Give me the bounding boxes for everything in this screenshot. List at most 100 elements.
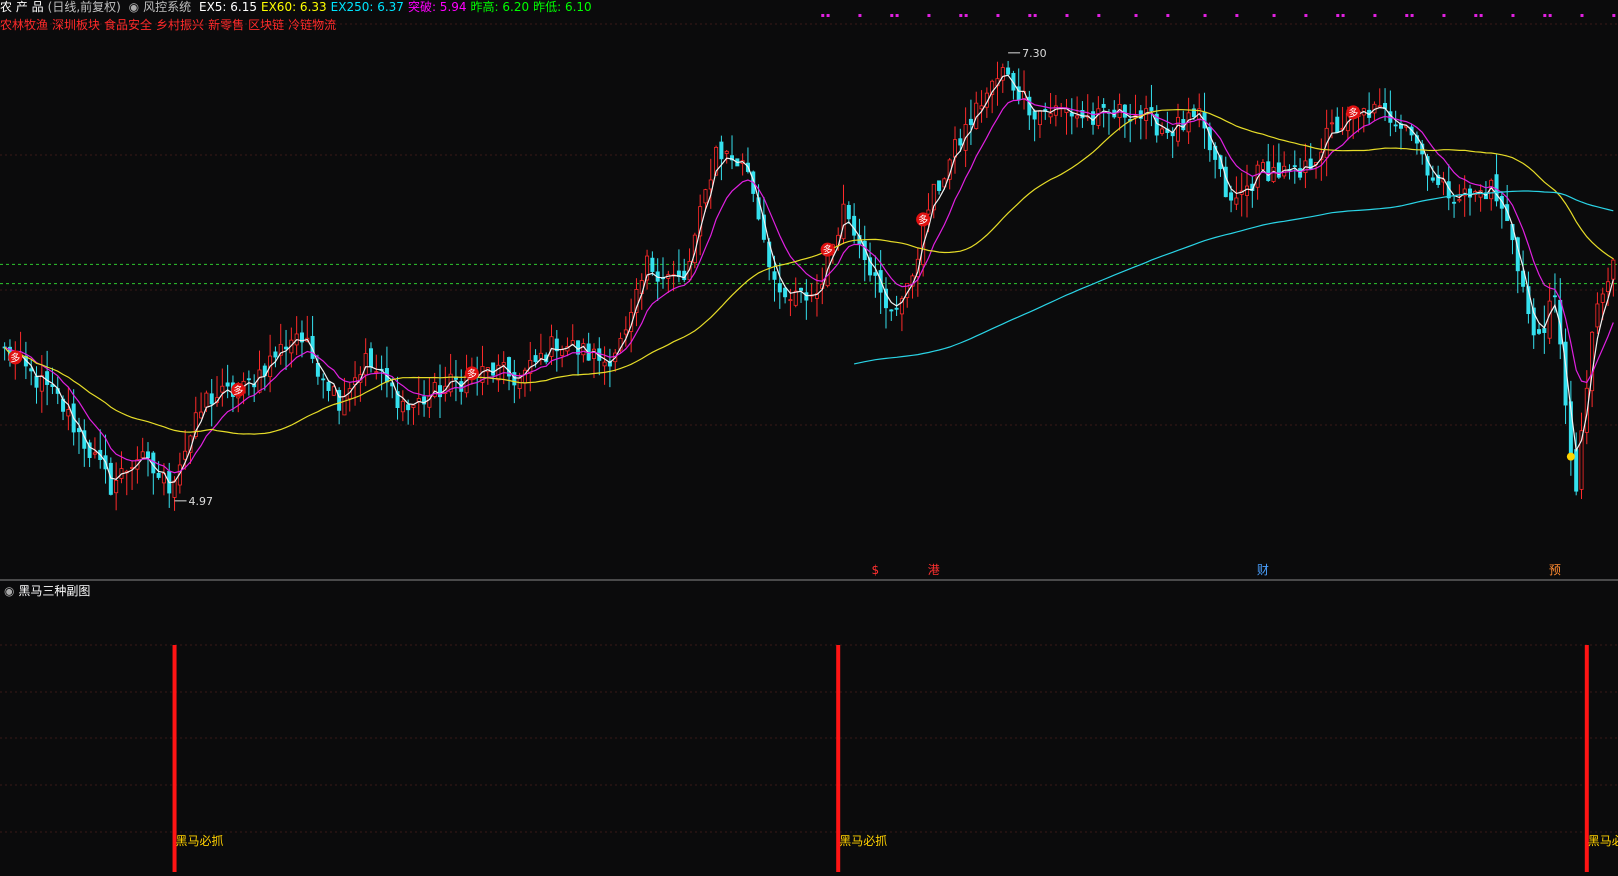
candle-body[interactable] [1467, 188, 1472, 198]
event-marker[interactable]: 财 [1257, 563, 1269, 577]
system-label[interactable]: 风控系统 [143, 0, 191, 14]
candle-body[interactable] [491, 362, 496, 376]
candle-body[interactable] [204, 392, 209, 408]
candle-body[interactable] [406, 404, 411, 411]
period-label[interactable]: (日线,前复权) [48, 0, 121, 14]
candle-body[interactable] [1457, 199, 1462, 202]
candle-body[interactable] [1101, 104, 1106, 108]
candle-body[interactable] [321, 378, 326, 381]
candle-body[interactable] [411, 404, 416, 408]
candle-body[interactable] [560, 348, 565, 356]
candle-body[interactable] [39, 375, 44, 392]
candle-body[interactable] [937, 180, 942, 191]
candle-body[interactable] [1292, 165, 1297, 168]
candle-body[interactable] [1006, 67, 1011, 75]
candle-body[interactable] [1234, 197, 1239, 205]
candle-body[interactable] [1430, 177, 1435, 181]
candle-body[interactable] [246, 378, 251, 381]
candle-body[interactable] [114, 479, 119, 494]
sector-tag-0[interactable]: 农林牧渔 [0, 18, 48, 32]
candle-body[interactable] [703, 189, 708, 204]
candle-body[interactable] [1037, 110, 1042, 126]
candle-body[interactable] [1271, 166, 1276, 182]
candle-body[interactable] [846, 204, 851, 220]
candle-body[interactable] [581, 343, 586, 356]
candle-body[interactable] [1537, 329, 1542, 334]
candle-body[interactable] [1329, 122, 1334, 125]
candle-body[interactable] [225, 382, 230, 387]
candle-body[interactable] [1096, 108, 1101, 126]
candle-body[interactable] [1552, 295, 1557, 298]
candle-body[interactable] [799, 287, 804, 291]
sub-collapse-icon[interactable]: ◉ [4, 584, 14, 598]
collapse-icon[interactable]: ◉ [129, 0, 139, 14]
candle-body[interactable] [156, 472, 161, 478]
sector-tag-3[interactable]: 乡村振兴 [156, 18, 204, 32]
buy-signal-badge[interactable]: 多 [464, 366, 479, 381]
candle-body[interactable] [533, 355, 538, 362]
candle-body[interactable] [968, 118, 973, 126]
candle-body[interactable] [1452, 201, 1457, 204]
candle-body[interactable] [788, 299, 793, 302]
candle-body[interactable] [650, 257, 655, 272]
candle-body[interactable] [92, 452, 97, 455]
candle-body[interactable] [284, 346, 289, 350]
candle-body[interactable] [1393, 124, 1398, 127]
candle-body[interactable] [889, 309, 894, 312]
candle-body[interactable] [623, 329, 628, 335]
candle-body[interactable] [140, 451, 145, 459]
candle-body[interactable] [220, 385, 225, 393]
candle-body[interactable] [273, 351, 278, 358]
candle-body[interactable] [1069, 112, 1074, 117]
candle-body[interactable] [1160, 128, 1165, 134]
candle-body[interactable] [45, 371, 50, 385]
candle-body[interactable] [1075, 115, 1080, 119]
candle-body[interactable] [538, 352, 543, 359]
sector-tag-1[interactable]: 深圳板块 [52, 18, 100, 32]
sector-tag-2[interactable]: 食品安全 [104, 18, 152, 32]
stock-name[interactable]: 农 产 品 [0, 0, 44, 14]
candle-body[interactable] [368, 348, 373, 368]
candle-body[interactable] [591, 348, 596, 359]
candle-body[interactable] [34, 375, 39, 388]
candle-body[interactable] [873, 272, 878, 276]
candle-body[interactable] [804, 292, 809, 301]
candle-body[interactable] [172, 480, 177, 498]
candle-body[interactable] [257, 369, 262, 393]
event-marker[interactable]: 港 [928, 563, 940, 577]
candle-body[interactable] [1494, 174, 1499, 202]
candle-body[interactable] [852, 215, 857, 236]
candle-body[interactable] [517, 377, 522, 389]
candle-body[interactable] [841, 203, 846, 240]
candle-body[interactable] [953, 139, 958, 158]
event-marker[interactable]: $ [872, 563, 880, 577]
candle-body[interactable] [363, 353, 368, 376]
candle-body[interactable] [1229, 192, 1234, 201]
buy-signal-badge[interactable]: 多 [231, 382, 246, 397]
sector-tag-4[interactable]: 新零售 [208, 18, 244, 32]
candle-body[interactable] [1542, 328, 1547, 333]
buy-signal-badge[interactable]: 多 [8, 350, 23, 365]
candle-body[interactable] [1175, 116, 1180, 142]
candle-body[interactable] [1122, 104, 1127, 118]
candle-body[interactable] [326, 381, 331, 391]
buy-signal-badge[interactable]: 多 [916, 212, 931, 227]
event-marker[interactable]: 预 [1549, 563, 1561, 577]
sector-tag-6[interactable]: 冷链物流 [288, 18, 336, 32]
candle-body[interactable] [146, 451, 151, 459]
candle-body[interactable] [1606, 281, 1611, 292]
candle-body[interactable] [374, 371, 379, 374]
candle-body[interactable] [1611, 259, 1616, 280]
candle-body[interactable] [926, 209, 931, 215]
buy-signal-badge[interactable]: 多 [820, 242, 835, 257]
candle-body[interactable] [1091, 111, 1096, 125]
candle-body[interactable] [793, 290, 798, 306]
candle-body[interactable] [209, 393, 214, 405]
candle-body[interactable] [400, 400, 405, 413]
candle-body[interactable] [1574, 449, 1579, 492]
candle-body[interactable] [438, 385, 443, 398]
candle-body[interactable] [772, 271, 777, 280]
candle-body[interactable] [602, 361, 607, 367]
candle-body[interactable] [1032, 110, 1037, 120]
candle-body[interactable] [894, 307, 899, 310]
